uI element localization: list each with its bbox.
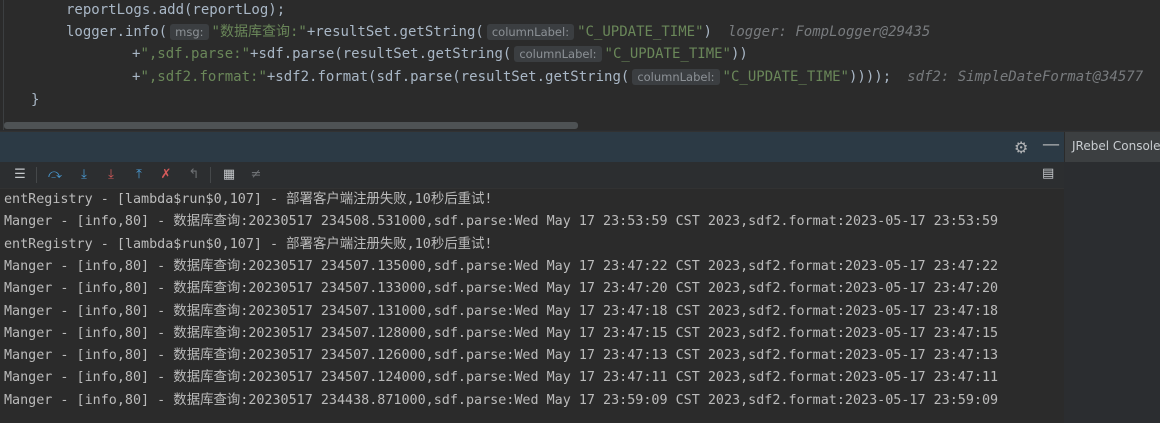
minimize-icon[interactable]: — bbox=[1042, 134, 1060, 155]
param-hint-columnlabel: columnLabel: bbox=[486, 24, 575, 40]
log-line: Manger - [info,80] - 数据库查询:20230517 2345… bbox=[4, 370, 999, 386]
console-output[interactable]: entRegistry - [lambda$run$0,107] - 部署客户端… bbox=[0, 189, 1064, 423]
log-line: Manger - [info,80] - 数据库查询:20230517 2345… bbox=[4, 281, 999, 297]
upload-icon[interactable]: ⤒ bbox=[129, 165, 149, 185]
tab-label: JRebel Console bbox=[1072, 139, 1160, 153]
toolbar-separator bbox=[36, 167, 37, 183]
filter-clear-icon[interactable]: ✗ bbox=[156, 165, 176, 185]
debug-inline-value: sdf2: SimpleDateFormat@34577 bbox=[907, 69, 1144, 85]
code-line-5[interactable]: } bbox=[31, 91, 39, 109]
code-line-1[interactable]: reportLogs.add(reportLog); bbox=[66, 1, 285, 19]
code-editor[interactable]: reportLogs.add(reportLog); logger.info(m… bbox=[0, 0, 1160, 130]
editor-horizontal-scrollbar[interactable] bbox=[4, 122, 578, 129]
log-line: Manger - [info,80] - 数据库查询:20230517 2345… bbox=[4, 258, 999, 274]
code-line-3[interactable]: +",sdf.parse:"+sdf.parse(resultSet.getSt… bbox=[132, 45, 748, 63]
print-icon[interactable]: ▦ bbox=[219, 165, 239, 185]
log-line: entRegistry - [lambda$run$0,107] - 部署客户端… bbox=[4, 236, 493, 252]
log-line: Manger - [info,80] - 数据库查询:20230517 2345… bbox=[4, 325, 999, 341]
param-hint-msg: msg: bbox=[170, 24, 209, 40]
gear-icon[interactable]: ⚙ bbox=[1014, 138, 1028, 157]
param-hint-columnlabel: columnLabel: bbox=[632, 69, 720, 85]
console-panel-header: ⚙ — JRebel Console bbox=[0, 131, 1160, 162]
tab-jrebel-console[interactable]: JRebel Console bbox=[1064, 132, 1160, 162]
code-line-2[interactable]: logger.info(msg: "数据库查询:"+resultSet.getSt… bbox=[66, 23, 930, 41]
debug-inline-value: logger: FompLogger@29435 bbox=[727, 24, 931, 40]
download-red-icon[interactable]: ⤓ bbox=[101, 165, 121, 185]
scroll-to-end-icon[interactable]: ⤼ bbox=[45, 165, 65, 185]
download-icon[interactable]: ⤓ bbox=[74, 165, 94, 185]
param-hint-columnlabel: columnLabel: bbox=[514, 46, 602, 62]
code-line-4[interactable]: +",sdf2.format:"+sdf2.format(sdf.parse(r… bbox=[132, 68, 1143, 86]
log-line: Manger - [info,80] - 数据库查询:20230517 2344… bbox=[4, 392, 999, 408]
pin-icon[interactable]: ↰ bbox=[184, 165, 204, 185]
toolbar-separator bbox=[210, 167, 211, 183]
log-line: Manger - [info,80] - 数据库查询:20230517 2345… bbox=[4, 348, 999, 364]
settings-list-icon[interactable]: ≠ bbox=[246, 165, 266, 185]
console-toolbar: ☰ ⤼ ⤓ ⤓ ⤒ ✗ ↰ ▦ ≠ bbox=[0, 162, 1064, 189]
menu-icon[interactable]: ☰ bbox=[10, 165, 30, 185]
soft-wrap-icon[interactable]: ▤ bbox=[1042, 166, 1054, 181]
log-line: Manger - [info,80] - 数据库查询:20230517 2345… bbox=[4, 303, 999, 319]
editor-gutter-border bbox=[3, 0, 4, 130]
console-header-bar bbox=[0, 132, 1064, 162]
log-line: entRegistry - [lambda$run$0,107] - 部署客户端… bbox=[4, 192, 493, 207]
log-line: Manger - [info,80] - 数据库查询:20230517 2345… bbox=[4, 214, 999, 230]
side-strip bbox=[1064, 162, 1160, 423]
